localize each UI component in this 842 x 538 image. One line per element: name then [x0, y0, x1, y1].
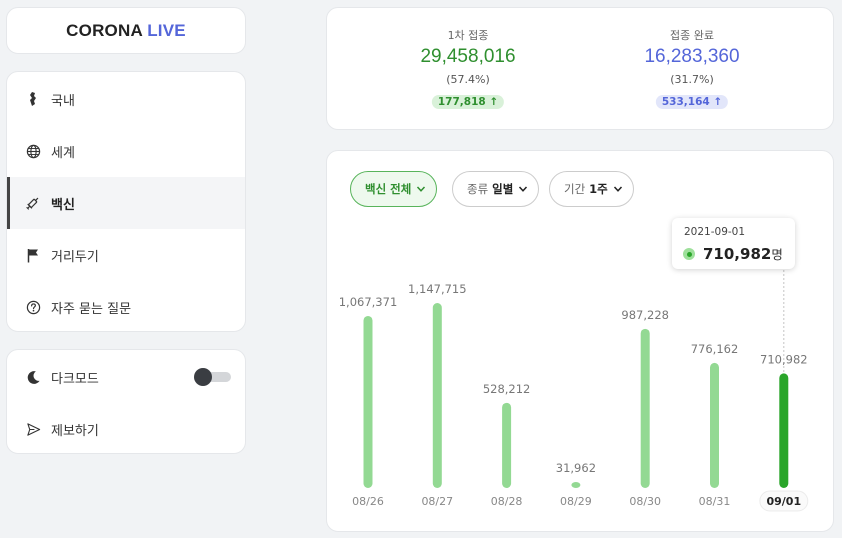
chart-tooltip: 2021-09-01 710,982명: [672, 218, 795, 269]
x-tick-label: 08/31: [699, 495, 731, 508]
bar-value-label: 31,962: [556, 461, 596, 475]
x-tick-label: 08/28: [491, 495, 523, 508]
chart-bar[interactable]: [363, 315, 373, 488]
bar-value-label: 987,228: [621, 308, 669, 322]
chart-bar[interactable]: [502, 402, 512, 488]
x-tick-label: 08/29: [560, 495, 592, 508]
x-tick-label: 08/30: [629, 495, 661, 508]
chart-bar[interactable]: [571, 482, 581, 488]
chart-bar[interactable]: [779, 373, 789, 488]
tooltip-unit: 명: [771, 247, 783, 262]
tooltip-value-row: 710,982명: [703, 244, 783, 263]
bar-value-label: 528,212: [483, 382, 531, 396]
bar-value-label: 1,067,371: [339, 295, 398, 309]
chart-bar[interactable]: [710, 362, 719, 488]
tooltip-value: 710,982: [703, 245, 772, 263]
vaccination-bar-chart: 1,067,371 08/26 1,147,715 08/27 528,212 08/28…: [339, 270, 809, 512]
bar-value-label: 776,162: [691, 342, 739, 356]
bar-value-label: 1,147,715: [408, 282, 467, 296]
tooltip-date: 2021-09-01: [684, 226, 746, 238]
chart-bar[interactable]: [432, 303, 442, 488]
x-tick-label: 09/01: [766, 495, 801, 508]
x-tick-label: 08/26: [352, 495, 384, 508]
x-tick-label: 08/27: [421, 495, 453, 508]
chart-bar[interactable]: [640, 328, 650, 488]
bar-value-label: 710,982: [760, 352, 808, 366]
series-dot-icon: [683, 248, 695, 260]
